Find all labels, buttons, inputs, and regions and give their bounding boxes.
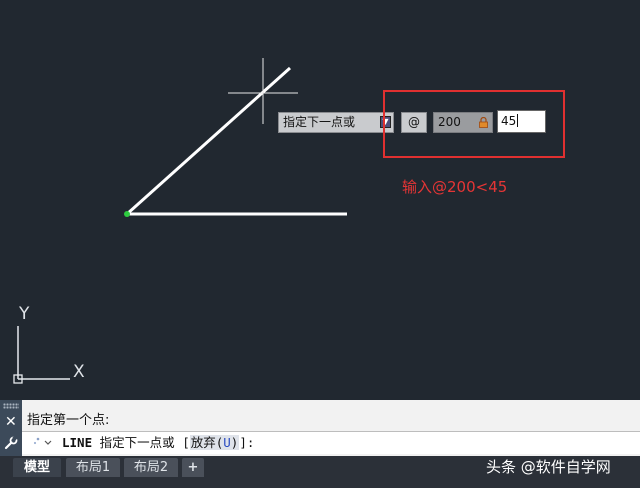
tab-model[interactable]: 模型 <box>13 458 61 477</box>
rubber-band-line-segment[interactable] <box>125 66 292 216</box>
watermark: 头条 @软件自学网 <box>486 458 611 476</box>
ucs-x-label: X <box>73 362 85 382</box>
annotation-text: 输入@200<45 <box>402 178 508 196</box>
option-undo-key: U <box>223 435 231 450</box>
add-layout-button[interactable]: + <box>182 458 204 477</box>
layout-tabs-bar: 模型 布局1 布局2 + 头条 @软件自学网 <box>0 456 640 488</box>
start-point-marker <box>124 211 130 217</box>
close-icon[interactable]: ✕ <box>5 414 17 430</box>
option-undo[interactable]: 放弃(U) <box>189 435 240 450</box>
command-window-sidebar: ✕ <box>0 400 22 456</box>
command-prompt-icon <box>33 437 52 445</box>
wrench-icon[interactable] <box>4 436 18 450</box>
option-undo-label: 放弃( <box>190 435 224 450</box>
option-undo-paren: ) <box>230 435 239 450</box>
command-history-line: 指定第一个点: <box>27 413 110 428</box>
drawing-canvas[interactable]: Y X 指定下一点或 ▼ @ 200 45 输入@200<45 <box>0 0 640 400</box>
option-open: [ <box>182 435 190 450</box>
dynamic-prompt-box[interactable]: 指定下一点或 ▼ <box>278 112 394 133</box>
grip-handle[interactable] <box>3 403 19 409</box>
drawing-area[interactable] <box>0 0 640 400</box>
command-text: LINE 指定下一点或 [放弃(U)]: <box>62 432 254 453</box>
command-input-line[interactable]: LINE 指定下一点或 [放弃(U)]: <box>22 431 640 454</box>
option-close: ]: <box>239 435 255 450</box>
ucs-icon <box>13 326 70 384</box>
ucs-y-label: Y <box>19 304 30 324</box>
dynamic-prompt-text: 指定下一点或 <box>283 115 356 129</box>
tab-layout2[interactable]: 布局2 <box>124 458 178 477</box>
command-name: LINE <box>62 435 93 450</box>
command-window: ✕ 指定第一个点: LINE 指定下一点或 [放弃(U)]: <box>0 400 640 456</box>
highlight-rectangle <box>383 90 565 158</box>
command-prompt: 指定下一点或 <box>99 435 175 450</box>
tab-layout1[interactable]: 布局1 <box>66 458 120 477</box>
